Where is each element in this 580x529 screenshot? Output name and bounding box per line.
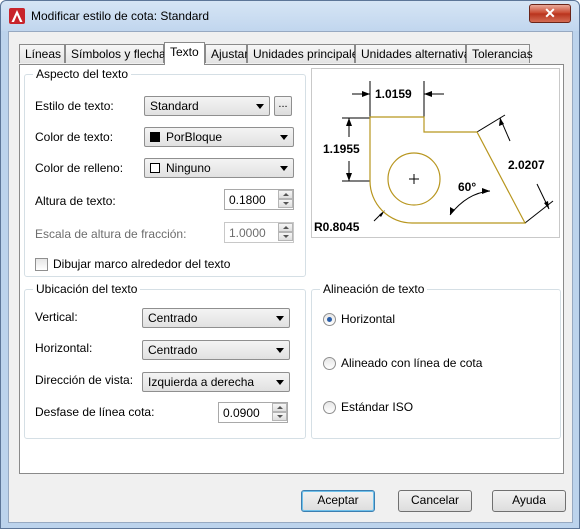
text-color-value: PorBloque (166, 130, 223, 144)
fill-swatch-icon (150, 163, 160, 173)
tab-unidades-principales[interactable]: Unidades principales (247, 44, 364, 63)
radio-aligned-label[interactable]: Alineado con línea de cota (341, 356, 482, 370)
text-height-spinner[interactable]: 0.1800 (224, 189, 294, 210)
view-direction-dropdown[interactable]: Izquierda a derecha (142, 372, 290, 392)
text-alignment-legend: Alineación de texto (320, 282, 428, 296)
fill-color-label: Color de relleno: (35, 161, 124, 175)
text-height-label: Altura de texto: (35, 194, 116, 208)
dim-line-offset-label: Desfase de línea cota: (35, 405, 155, 419)
dialog-client-area: Líneas Símbolos y flechas Texto Ajustar … (8, 31, 573, 523)
text-placement-legend: Ubicación del texto (33, 282, 141, 296)
autocad-logo-icon (9, 8, 25, 24)
text-color-label: Color de texto: (35, 130, 114, 144)
preview-dim-angle: 60° (458, 180, 476, 194)
tab-simbolos-y-flechas[interactable]: Símbolos y flechas (65, 44, 172, 63)
tab-lineas[interactable]: Líneas (19, 44, 65, 63)
preview-dim-top: 1.0159 (375, 87, 412, 101)
preview-dim-right: 2.0207 (508, 158, 545, 172)
fill-color-dropdown[interactable]: Ninguno (144, 158, 294, 178)
dimension-preview: 1.0159 1.1955 2.0207 60° R0.8045 (311, 68, 560, 238)
chevron-down-icon (276, 316, 284, 321)
spin-up-icon[interactable] (278, 190, 293, 199)
draw-frame-checkbox[interactable] (35, 258, 48, 271)
close-button[interactable]: ✕ (529, 4, 571, 23)
horizontal-dropdown[interactable]: Centrado (142, 340, 290, 360)
view-direction-value: Izquierda a derecha (148, 375, 255, 389)
text-placement-group: Ubicación del texto Vertical: Centrado H… (24, 282, 306, 439)
tab-texto[interactable]: Texto (164, 42, 205, 65)
cancel-button[interactable]: Cancelar (398, 490, 472, 512)
spin-up-icon[interactable] (278, 223, 293, 232)
spinner-buttons[interactable] (272, 403, 287, 422)
spin-down-icon[interactable] (278, 199, 293, 208)
vertical-label: Vertical: (35, 310, 78, 324)
spin-up-icon[interactable] (272, 403, 287, 412)
text-style-browse-button[interactable]: ... (274, 96, 292, 116)
text-style-value: Standard (150, 99, 199, 113)
chevron-down-icon (280, 135, 288, 140)
help-button[interactable]: Ayuda (492, 490, 566, 512)
tab-panel-texto: Aspecto del texto Estilo de texto: Stand… (19, 64, 564, 474)
dim-line-offset-spinner[interactable]: 0.0900 (218, 402, 288, 423)
radio-horizontal[interactable] (323, 313, 336, 326)
chevron-down-icon (276, 380, 284, 385)
title-bar: Modificar estilo de cota: Standard ✕ (1, 1, 579, 31)
vertical-dropdown[interactable]: Centrado (142, 308, 290, 328)
text-appearance-legend: Aspecto del texto (33, 67, 132, 81)
close-icon: ✕ (544, 5, 556, 21)
tab-tolerancias[interactable]: Tolerancias (466, 44, 533, 63)
text-style-label: Estilo de texto: (35, 99, 114, 113)
radio-horizontal-label[interactable]: Horizontal (341, 312, 395, 326)
chevron-down-icon (280, 166, 288, 171)
tab-ajustar[interactable]: Ajustar (205, 44, 248, 63)
dim-line-offset-value: 0.0900 (223, 406, 260, 420)
text-appearance-group: Aspecto del texto Estilo de texto: Stand… (24, 67, 306, 277)
preview-dim-radius: R0.8045 (314, 220, 360, 234)
horizontal-label: Horizontal: (35, 341, 93, 355)
spinner-buttons[interactable] (278, 190, 293, 209)
radio-iso-standard[interactable] (323, 401, 336, 414)
dialog-window: Modificar estilo de cota: Standard ✕ Lín… (0, 0, 580, 529)
view-direction-label: Dirección de vista: (35, 373, 134, 387)
window-title: Modificar estilo de cota: Standard (31, 9, 210, 23)
fraction-scale-value: 1.0000 (229, 226, 266, 240)
text-color-dropdown[interactable]: PorBloque (144, 127, 294, 147)
text-height-value: 0.1800 (229, 193, 266, 207)
fraction-scale-label: Escala de altura de fracción: (35, 227, 187, 241)
spin-down-icon[interactable] (278, 232, 293, 241)
text-alignment-group: Alineación de texto Horizontal Alineado … (311, 282, 561, 439)
spin-down-icon[interactable] (272, 412, 287, 421)
vertical-value: Centrado (148, 311, 198, 325)
horizontal-value: Centrado (148, 343, 198, 357)
tab-unidades-alternativas[interactable]: Unidades alternativas (355, 44, 476, 63)
chevron-down-icon (256, 104, 264, 109)
accept-button[interactable]: Aceptar (301, 490, 375, 512)
spinner-buttons[interactable] (278, 223, 293, 242)
fraction-scale-spinner[interactable]: 1.0000 (224, 222, 294, 243)
radio-aligned-with-dim-line[interactable] (323, 357, 336, 370)
preview-drawing: 1.0159 1.1955 2.0207 60° R0.8045 (314, 81, 554, 234)
radio-iso-label[interactable]: Estándar ISO (341, 400, 413, 414)
text-style-dropdown[interactable]: Standard (144, 96, 270, 116)
chevron-down-icon (276, 348, 284, 353)
fill-color-value: Ninguno (166, 161, 211, 175)
preview-dim-left: 1.1955 (323, 142, 360, 156)
draw-frame-label: Dibujar marco alrededor del texto (53, 257, 231, 271)
color-swatch-icon (150, 132, 160, 142)
